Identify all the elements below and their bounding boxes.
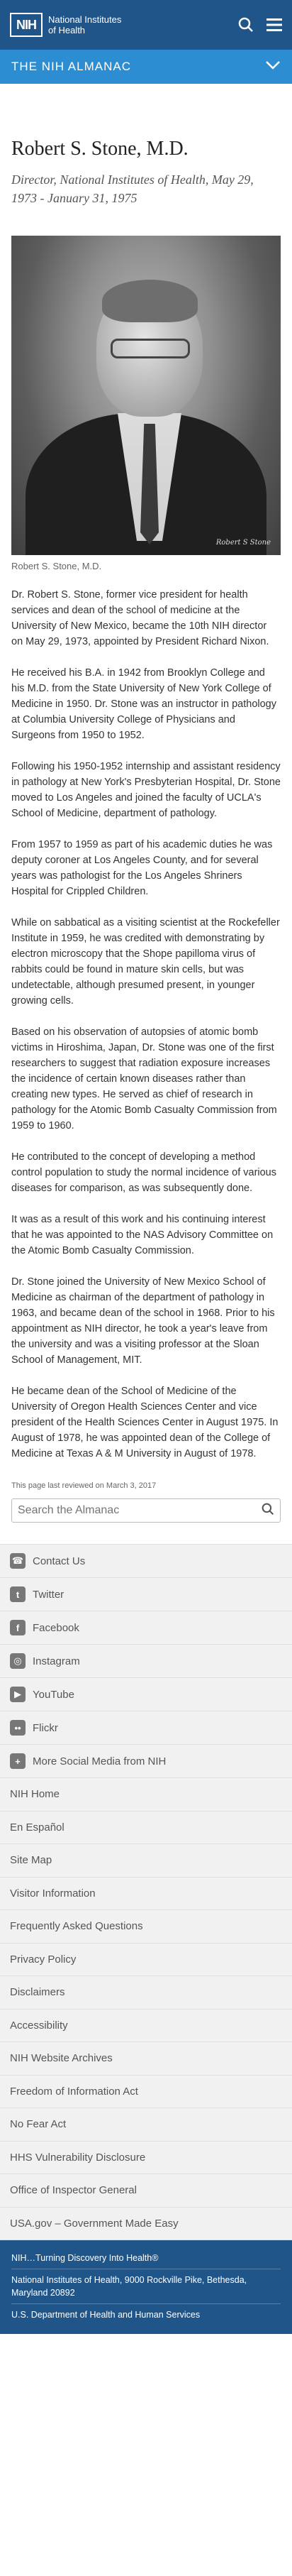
photo-signature: Robert S Stone — [215, 539, 271, 547]
social-link-instagram[interactable]: ◎ Instagram — [0, 1645, 292, 1678]
search-icon[interactable] — [238, 17, 254, 33]
phone-icon: ☎ — [10, 1553, 26, 1569]
footer-link-visitor-info[interactable]: Visitor Information — [0, 1878, 292, 1910]
logo-line-2: of Health — [48, 25, 86, 35]
social-label: More Social Media from NIH — [33, 1755, 167, 1767]
footer-link-archives[interactable]: NIH Website Archives — [0, 2042, 292, 2076]
body-paragraph: While on sabbatical as a visiting scient… — [11, 917, 280, 1007]
social-link-contact[interactable]: ☎ Contact Us — [0, 1545, 292, 1578]
site-header: NIH National Institutes of Health — [0, 0, 292, 50]
last-reviewed: This page last reviewed on March 3, 2017 — [11, 1481, 157, 1490]
footer-link-nih-home[interactable]: NIH Home — [0, 1778, 292, 1812]
body-paragraph: Dr. Robert S. Stone, former vice preside… — [11, 589, 269, 647]
nih-logo-mark: NIH — [10, 13, 43, 37]
nih-logo-text: National Institutes of Health — [48, 14, 121, 35]
flickr-icon: •• — [10, 1720, 26, 1736]
social-link-youtube[interactable]: ▶ YouTube — [0, 1678, 292, 1711]
logo-line-1: National Institutes — [48, 14, 122, 25]
body-paragraph: It was as a result of this work and his … — [11, 1214, 274, 1256]
youtube-icon: ▶ — [10, 1687, 26, 1702]
page-title: Robert S. Stone, M.D. — [11, 138, 189, 160]
body-paragraph: He received his B.A. in 1942 from Brookl… — [11, 667, 276, 741]
body-paragraph: From 1957 to 1959 as part of his academi… — [11, 839, 273, 897]
footer-link-accessibility[interactable]: Accessibility — [0, 2010, 292, 2042]
body-paragraph: Dr. Stone joined the University of New M… — [11, 1276, 275, 1366]
site-footer: NIH…Turning Discovery Into Health® Natio… — [0, 2240, 292, 2334]
social-label: Instagram — [33, 1655, 80, 1667]
footer-link-vulnerability[interactable]: HHS Vulnerability Disclosure — [0, 2142, 292, 2174]
footer-hhs-link[interactable]: U.S. Department of Health and Human Serv… — [11, 2304, 281, 2325]
page-subtitle: Director, National Institutes of Health,… — [11, 172, 254, 205]
body-paragraph: Following his 1950-1952 internship and a… — [11, 761, 281, 819]
footer-link-espanol[interactable]: En Español — [0, 1812, 292, 1844]
footer-link-privacy[interactable]: Privacy Policy — [0, 1944, 292, 1976]
social-label: Twitter — [33, 1588, 64, 1601]
body-paragraph: He contributed to the concept of develop… — [11, 1151, 276, 1194]
photo-caption: Robert S. Stone, M.D. — [11, 561, 102, 571]
facebook-icon: f — [10, 1620, 26, 1635]
social-label: Facebook — [33, 1621, 79, 1634]
footer-link-oig[interactable]: Office of Inspector General — [0, 2174, 292, 2208]
social-label: YouTube — [33, 1688, 74, 1701]
footer-link-usa-gov[interactable]: USA.gov – Government Made Easy — [0, 2208, 292, 2240]
footer-address: National Institutes of Health, 9000 Rock… — [11, 2269, 281, 2304]
footer-link-no-fear-act[interactable]: No Fear Act — [0, 2108, 292, 2142]
social-link-flickr[interactable]: •• Flickr — [0, 1711, 292, 1745]
main-content: Robert S. Stone, M.D. Director, National… — [0, 138, 292, 1523]
footer-tagline: NIH…Turning Discovery Into Health® — [11, 2247, 281, 2269]
social-link-more[interactable]: + More Social Media from NIH — [0, 1745, 292, 1778]
social-link-twitter[interactable]: t Twitter — [0, 1578, 292, 1611]
search-input[interactable] — [18, 1504, 262, 1517]
footer-link-faq[interactable]: Frequently Asked Questions — [0, 1910, 292, 1944]
footer-links: NIH Home En Español Site Map Visitor Inf… — [0, 1778, 292, 2240]
nih-logo[interactable]: NIH National Institutes of Health — [10, 13, 121, 37]
share-icon: + — [10, 1753, 26, 1769]
almanac-section-bar[interactable]: THE NIH ALMANAC — [0, 50, 292, 84]
menu-icon[interactable] — [266, 18, 282, 32]
body-paragraph: Based on his observation of autopsies of… — [11, 1026, 277, 1131]
social-link-facebook[interactable]: f Facebook — [0, 1611, 292, 1645]
almanac-search — [11, 1498, 281, 1523]
social-links: ☎ Contact Us t Twitter f Facebook ◎ Instagra… — [0, 1544, 292, 1778]
almanac-title: THE NIH ALMANAC — [11, 60, 131, 73]
body-paragraph: He became dean of the School of Medicine… — [11, 1386, 279, 1459]
instagram-icon: ◎ — [10, 1653, 26, 1669]
social-label: Contact Us — [33, 1555, 86, 1567]
portrait-photo: Robert S Stone — [11, 236, 281, 555]
footer-link-foia[interactable]: Freedom of Information Act — [0, 2076, 292, 2108]
footer-link-disclaimers[interactable]: Disclaimers — [0, 1976, 292, 2010]
search-icon[interactable] — [262, 1503, 274, 1519]
twitter-icon: t — [10, 1586, 26, 1602]
chevron-down-icon[interactable] — [265, 60, 281, 74]
footer-link-site-map[interactable]: Site Map — [0, 1844, 292, 1878]
social-label: Flickr — [33, 1721, 58, 1734]
